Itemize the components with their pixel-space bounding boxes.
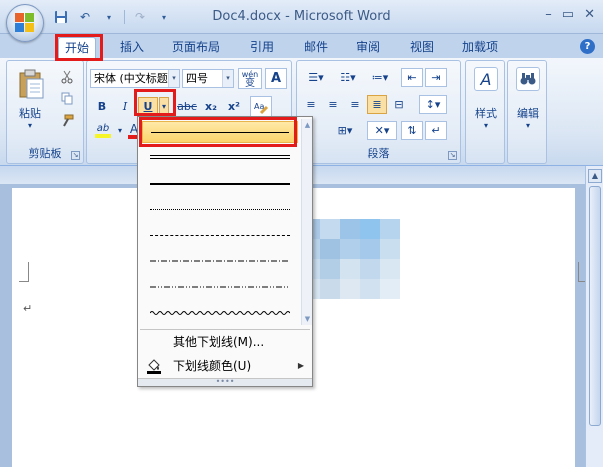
tab-home[interactable]: 开始 (58, 37, 97, 58)
superscript-button[interactable]: x² (224, 97, 244, 116)
clipboard-group: 粘贴 ▾ 剪贴板 ↘ (6, 60, 84, 164)
ribbon-tab-bar: 开始 插入 页面布局 引用 邮件 审阅 视图 加载项 ? (0, 34, 603, 58)
underline-dropdown-icon[interactable]: ▾ (159, 97, 169, 116)
paint-bucket-icon (146, 358, 162, 374)
chinese-layout-icon[interactable]: ✕▾ (367, 121, 397, 140)
clipboard-launcher-icon[interactable]: ↘ (71, 151, 80, 160)
title-bar: ↶ ▾ ↷ ▾ Doc4.docx - Microsoft Word – ▭ ✕ (0, 0, 603, 34)
highlight-label: ab (96, 122, 110, 134)
font-name-value: 宋体 (中文标题 (94, 72, 168, 85)
tab-add-ins[interactable]: 加载项 (456, 37, 504, 58)
binoculars-icon[interactable] (516, 67, 540, 91)
window-controls: – ▭ ✕ (545, 7, 595, 22)
paste-icon[interactable] (17, 69, 45, 102)
multilevel-list-icon[interactable]: ≔▾ (365, 68, 395, 87)
tab-review[interactable]: 审阅 (350, 37, 386, 58)
phonetic-guide-button[interactable]: wén 变 (238, 68, 262, 89)
underline-dropdown-menu: ▲ ▼ 其他下划线(M)... 下划线颜色(U) ▶ •••• (137, 116, 313, 387)
sort-icon[interactable]: ⇅ (401, 121, 423, 140)
tab-page-layout[interactable]: 页面布局 (166, 37, 226, 58)
editing-button-label[interactable]: 编辑 (508, 105, 548, 121)
paste-button-label[interactable]: 粘贴 (13, 105, 47, 121)
align-left-icon[interactable]: ≡ (301, 95, 321, 114)
font-size-combo[interactable]: 四号 ▾ (182, 69, 234, 88)
paragraph-mark: ↵ (23, 302, 33, 315)
borders-icon[interactable]: ⊞▾ (329, 121, 361, 140)
format-painter-icon[interactable] (57, 111, 77, 130)
close-button[interactable]: ✕ (584, 7, 595, 22)
decrease-indent-icon[interactable]: ⇤ (401, 68, 423, 87)
office-logo-icon (15, 13, 35, 33)
highlight-button[interactable]: ab (92, 121, 114, 140)
underline-button[interactable]: U (138, 97, 158, 116)
italic-button[interactable]: I (115, 97, 135, 116)
minimize-button[interactable]: – (545, 7, 552, 22)
underline-option-double[interactable] (142, 147, 298, 169)
styles-dropdown-icon[interactable]: ▾ (466, 121, 506, 130)
character-border-button[interactable]: A (265, 68, 287, 89)
underline-color-item[interactable]: 下划线颜色(U) ▶ (140, 355, 310, 377)
show-marks-icon[interactable]: ↵ (425, 121, 447, 140)
paragraph-group: ☰▾ ☷▾ ≔▾ ⇤ ⇥ ≡ ≡ ≡ ≣ ⊟ ↕▾ ⊞▾ ✕▾ ⇅ ↵ 段落 ↘ (296, 60, 461, 164)
phonetic-guide-char: 变 (245, 77, 255, 89)
underline-option-single[interactable] (142, 121, 298, 143)
paragraph-launcher-icon[interactable]: ↘ (448, 151, 457, 160)
bullets-icon[interactable]: ☰▾ (301, 68, 331, 87)
underline-option-dotted[interactable] (142, 199, 298, 221)
scroll-up-icon[interactable]: ▲ (588, 169, 602, 183)
underline-option-wave[interactable] (142, 303, 298, 325)
blurred-region (300, 219, 400, 299)
tab-mailings[interactable]: 邮件 (298, 37, 334, 58)
underline-option-dash-dot-dot[interactable] (142, 277, 298, 299)
tab-references[interactable]: 引用 (244, 37, 280, 58)
submenu-arrow-icon: ▶ (297, 361, 304, 370)
editing-group: 编辑 ▾ (507, 60, 547, 164)
increase-indent-icon[interactable]: ⇥ (425, 68, 447, 87)
cut-icon[interactable] (57, 67, 77, 86)
align-right-icon[interactable]: ≡ (345, 95, 365, 114)
window-title: Doc4.docx - Microsoft Word (212, 9, 391, 24)
help-icon[interactable]: ? (580, 39, 595, 54)
dropdown-scroll-up-icon[interactable]: ▲ (303, 121, 312, 129)
paste-dropdown-icon[interactable]: ▾ (24, 121, 36, 130)
more-underlines-label: 其他下划线(M)... (173, 335, 265, 349)
paragraph-group-label: 段落 (367, 147, 390, 160)
styles-group: A 样式 ▾ (465, 60, 505, 164)
restore-button[interactable]: ▭ (562, 7, 574, 22)
chevron-down-icon[interactable]: ▾ (222, 70, 233, 87)
dropdown-scroll-down-icon[interactable]: ▼ (303, 315, 312, 323)
underline-option-dash-dot[interactable] (142, 251, 298, 273)
bold-button[interactable]: B (92, 97, 112, 116)
tab-view[interactable]: 视图 (404, 37, 440, 58)
tab-insert[interactable]: 插入 (114, 37, 150, 58)
highlight-dropdown-icon[interactable]: ▾ (115, 121, 125, 140)
underline-option-thick[interactable] (142, 173, 298, 195)
page-corner-mark-left (19, 262, 29, 282)
highlight-color-swatch (95, 133, 111, 138)
chevron-down-icon[interactable]: ▾ (168, 70, 179, 87)
underline-color-label: 下划线颜色(U) (173, 359, 252, 373)
underline-option-dashed[interactable] (142, 225, 298, 247)
styles-button-label[interactable]: 样式 (466, 105, 506, 121)
line-spacing-icon[interactable]: ↕▾ (419, 95, 447, 114)
font-size-value: 四号 (186, 72, 208, 85)
office-button[interactable] (6, 4, 44, 42)
align-center-icon[interactable]: ≡ (323, 95, 343, 114)
resize-grip-icon[interactable]: •••• (138, 378, 312, 386)
more-underlines-item[interactable]: 其他下划线(M)... (140, 331, 310, 353)
dropdown-scrollbar[interactable]: ▲ ▼ (301, 119, 312, 325)
justify-icon[interactable]: ≣ (367, 95, 387, 114)
font-name-combo[interactable]: 宋体 (中文标题 ▾ (90, 69, 180, 88)
clear-formatting-icon[interactable]: Aa (250, 96, 272, 117)
editing-dropdown-icon[interactable]: ▾ (508, 121, 548, 130)
distributed-icon[interactable]: ⊟ (389, 95, 409, 114)
vertical-scrollbar[interactable]: ▲ (585, 166, 603, 467)
menu-separator (140, 329, 310, 330)
styles-icon[interactable]: A (474, 67, 498, 91)
copy-icon[interactable] (57, 89, 77, 108)
subscript-button[interactable]: x₂ (201, 97, 221, 116)
strikethrough-button[interactable]: abc (175, 97, 199, 116)
scrollbar-thumb[interactable] (589, 186, 601, 426)
numbering-icon[interactable]: ☷▾ (333, 68, 363, 87)
